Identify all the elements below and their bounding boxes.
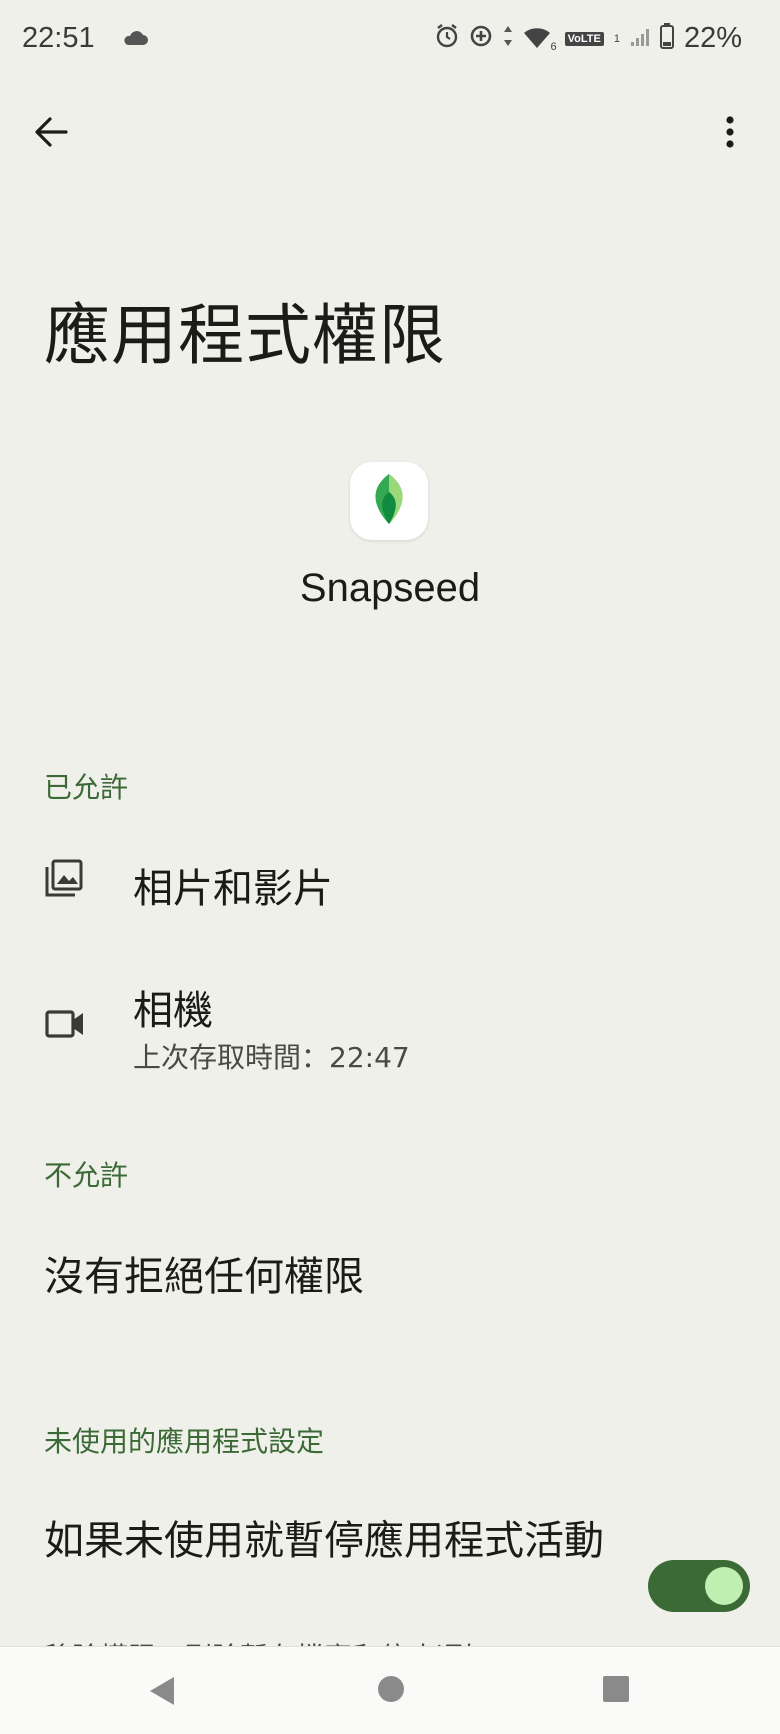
- square-recents-icon: [602, 1676, 630, 1707]
- photo-library-icon: [44, 858, 88, 902]
- signal-icon: [630, 25, 650, 52]
- cloud-icon: [122, 30, 148, 51]
- battery-percent: 22%: [683, 22, 742, 54]
- volte-badge: VoLTE: [564, 31, 604, 46]
- back-button[interactable]: [30, 110, 74, 154]
- more-options-button[interactable]: [708, 110, 752, 154]
- wifi-band-label: 6: [550, 40, 557, 53]
- permission-sublabel-camera: 上次存取時間：22:47: [133, 1041, 410, 1074]
- navigation-bar: [0, 1646, 780, 1734]
- status-bar: 22:51 6 VoLTE 1 22%: [0, 0, 780, 80]
- pause-app-activity-label: 如果未使用就暫停應用程式活動: [44, 1518, 604, 1564]
- allowed-section-header: 已允許: [44, 771, 129, 804]
- circle-home-icon: [377, 1676, 405, 1707]
- status-icons: 6 VoLTE 1 22%: [435, 22, 742, 55]
- app-bar: [0, 88, 780, 174]
- videocam-icon: [44, 1004, 88, 1048]
- triangle-back-icon: [148, 1677, 176, 1711]
- app-name: Snapseed: [299, 566, 481, 610]
- permission-label-photos: 相片和影片: [133, 866, 333, 912]
- pause-app-activity-setting[interactable]: 如果未使用就暫停應用程式活動 移除權限、刪除暫存檔案和停止通知: [0, 1500, 780, 1674]
- page-title: 應用程式權限: [44, 297, 446, 374]
- app-icon: [350, 462, 428, 540]
- data-arrows-icon: [503, 25, 513, 52]
- pause-app-activity-toggle[interactable]: [648, 1560, 750, 1612]
- permission-item-photos[interactable]: 相片和影片: [0, 842, 780, 928]
- arrow-back-icon: [30, 117, 74, 158]
- permission-item-camera[interactable]: 相機 上次存取時間：22:47: [0, 970, 780, 1080]
- nav-back-button[interactable]: [148, 1675, 176, 1711]
- unused-settings-header: 未使用的應用程式設定: [44, 1425, 325, 1458]
- denied-section-header: 不允許: [44, 1159, 129, 1192]
- permission-label-camera: 相機: [133, 988, 213, 1034]
- toggle-knob: [705, 1567, 743, 1605]
- more-vert-icon: [708, 116, 752, 158]
- wifi-icon: 6: [523, 27, 557, 53]
- data-saver-icon: [469, 24, 493, 53]
- nav-recents-button[interactable]: [602, 1675, 630, 1707]
- snapseed-leaf-icon: [369, 472, 409, 530]
- no-denied-permissions-text: 沒有拒絕任何權限: [44, 1254, 364, 1300]
- sim-slot-label: 1: [613, 32, 620, 45]
- status-time: 22:51: [22, 22, 95, 54]
- battery-icon: [659, 23, 674, 54]
- alarm-icon: [435, 23, 459, 54]
- nav-home-button[interactable]: [377, 1675, 405, 1707]
